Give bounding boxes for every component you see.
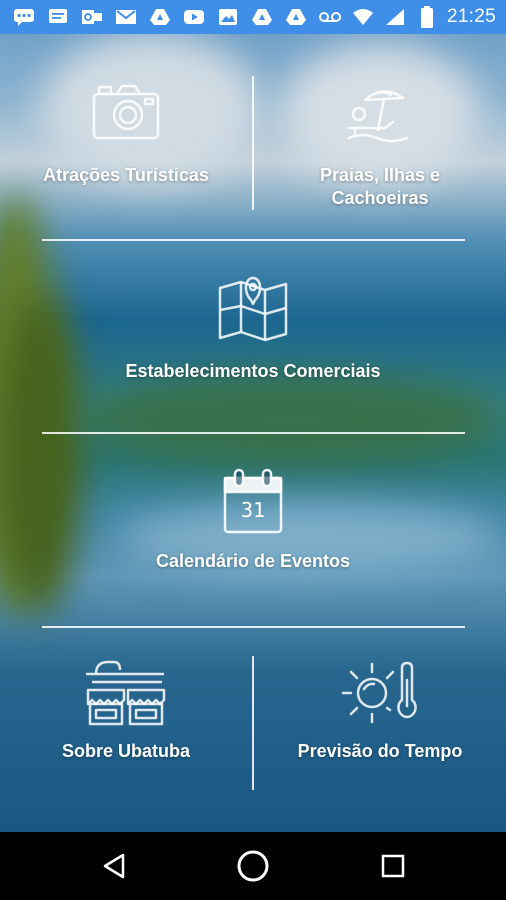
battery-icon — [415, 6, 439, 28]
beaches-label-line2: Cachoeiras — [331, 188, 429, 208]
signal-icon — [383, 7, 407, 27]
calendar-day: 31 — [240, 498, 266, 522]
commerce-tile[interactable]: Estabelecimentos Comerciais — [0, 274, 506, 383]
drive-icon — [148, 7, 172, 27]
commerce-label: Estabelecimentos Comerciais — [125, 361, 381, 381]
beaches-label: Praias, Ilhas e Cachoeiras — [320, 164, 440, 210]
attractions-tile[interactable]: Atrações Turísticas — [0, 82, 252, 187]
navigation-bar — [0, 832, 506, 900]
map-icon — [217, 274, 289, 342]
beaches-tile[interactable]: Praias, Ilhas e Cachoeiras — [254, 82, 506, 210]
drive-icon — [284, 7, 308, 27]
storefront-icon — [84, 660, 168, 726]
calendar-label: Calendário de Eventos — [155, 551, 351, 571]
wifi-icon — [351, 7, 375, 27]
message-icon — [46, 7, 70, 27]
status-bar: 21:25 — [0, 0, 506, 34]
back-icon[interactable] — [94, 846, 134, 886]
weather-sun-thermometer-icon — [340, 660, 420, 726]
camera-icon — [91, 82, 161, 142]
calendar-tile[interactable]: 31 Calendário de Eventos — [0, 468, 506, 573]
home-icon[interactable] — [233, 846, 273, 886]
clock: 21:25 — [446, 6, 496, 27]
about-label: Sobre Ubatuba — [61, 741, 190, 761]
voicemail-icon — [318, 7, 342, 27]
notification-icons — [0, 7, 342, 27]
divider — [42, 626, 465, 628]
gallery-icon — [216, 7, 240, 27]
divider — [42, 239, 465, 241]
about-tile[interactable]: Sobre Ubatuba — [0, 660, 252, 763]
beaches-label-line1: Praias, Ilhas e — [319, 165, 441, 185]
drive-icon — [250, 7, 274, 27]
outlook-icon — [80, 7, 104, 27]
youtube-icon — [182, 7, 206, 27]
weather-tile[interactable]: Previsão do Tempo — [254, 660, 506, 763]
calendar-icon: 31 — [222, 468, 284, 534]
weather-label: Previsão do Tempo — [297, 741, 463, 761]
recents-icon[interactable] — [373, 846, 413, 886]
main-menu: Atrações Turísticas Praias, Ilhas e Cach… — [0, 34, 506, 832]
attractions-label: Atrações Turísticas — [43, 165, 209, 185]
beach-icon — [345, 82, 415, 144]
divider — [42, 432, 465, 434]
chat-icon — [12, 7, 36, 27]
gmail-icon — [114, 7, 138, 27]
